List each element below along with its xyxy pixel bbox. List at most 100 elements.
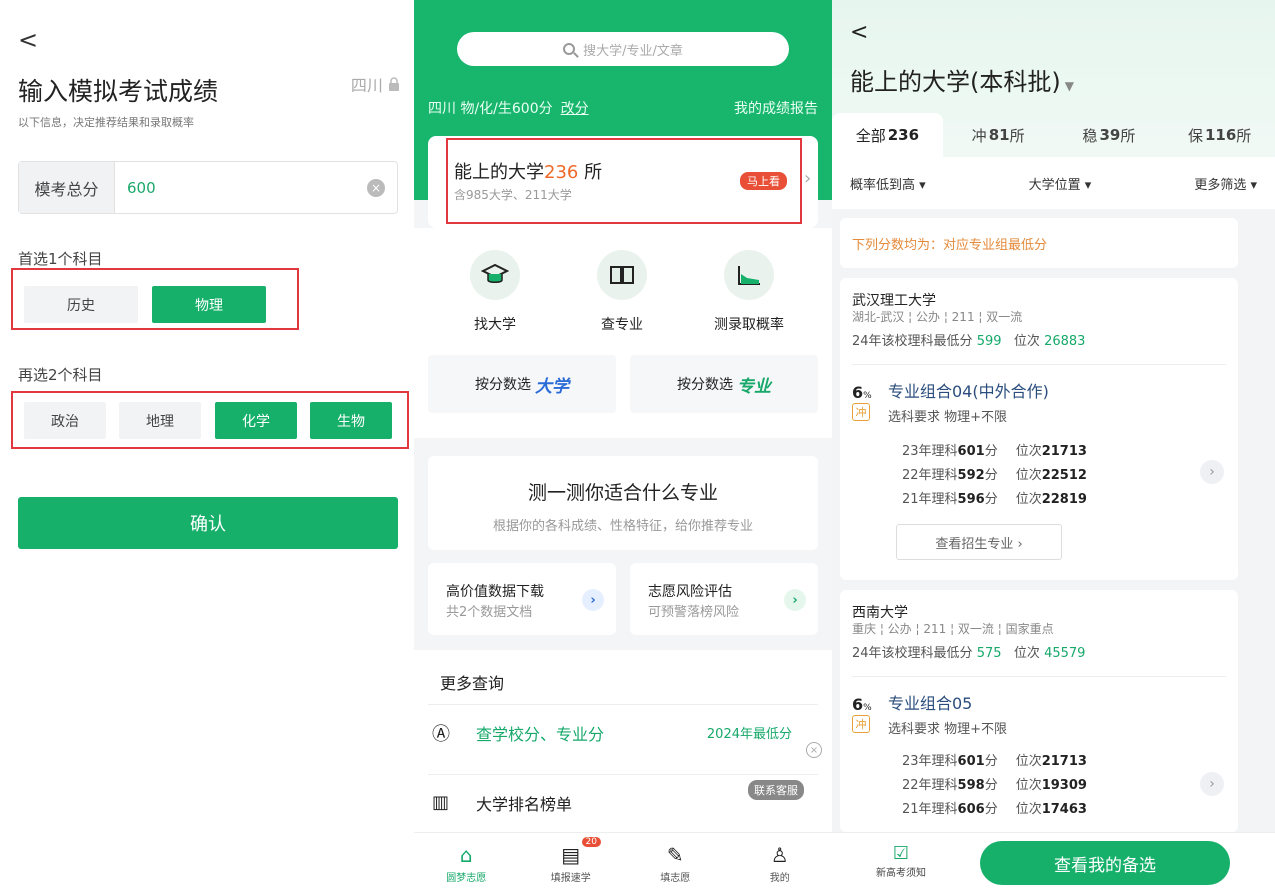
row-label: 查学校分、专业分 xyxy=(476,724,605,744)
university-card[interactable]: 西南大学 重庆 ¦ 公办 ¦ 211 ¦ 双一流 ¦ 国家重点 24年该校理科最… xyxy=(840,590,1238,832)
year-score-row: 22年理科592分 位次22512 xyxy=(902,468,1087,483)
probability: 6% xyxy=(852,383,872,402)
graduation-cap-icon xyxy=(470,250,520,300)
subject-politics[interactable]: 政治 xyxy=(24,402,106,439)
close-icon[interactable]: × xyxy=(806,742,822,758)
chevron-right-icon: › xyxy=(804,168,812,189)
score-report-link[interactable]: 我的成绩报告 xyxy=(734,98,818,118)
score-input-panel: < 输入模拟考试成绩 四川 以下信息，决定推荐结果和录取概率 模考总分 600 … xyxy=(0,0,414,890)
find-university-tool[interactable]: 找大学 xyxy=(440,250,550,334)
highlight-box xyxy=(446,138,802,224)
score-note: 下列分数均为：对应专业组最低分 xyxy=(840,218,1238,268)
row-label: 大学排名榜单 xyxy=(476,794,573,814)
back-icon[interactable]: < xyxy=(18,26,38,54)
gaokao-notice-button[interactable]: ☑ 新高考须知 xyxy=(876,843,926,879)
confirm-button[interactable]: 确认 xyxy=(18,497,398,549)
min-score-line: 24年该校理科最低分 575 位次 45579 xyxy=(852,646,1086,661)
nav-learn[interactable]: ▤ 20 填报速学 xyxy=(519,833,624,890)
score-input[interactable]: 600 xyxy=(115,179,367,197)
score-select-university-button[interactable]: 按分数选 大学 xyxy=(428,355,616,413)
pen-icon: ✎ xyxy=(666,843,684,867)
filter-bar: 概率低到高 ▾ 大学位置 ▾ 更多筛选 ▾ xyxy=(832,157,1275,209)
score-info: 四川 物/化/生600分 改分 xyxy=(428,98,589,118)
score-field[interactable]: 模考总分 600 × xyxy=(18,161,398,214)
chart-icon xyxy=(724,250,774,300)
tool-label: 测录取概率 xyxy=(714,317,784,333)
score-label: 模考总分 xyxy=(19,162,115,213)
region-text: 四川 xyxy=(350,76,383,95)
tab-match[interactable]: 稳 39 所 xyxy=(1054,113,1165,157)
probability-tool[interactable]: 测录取概率 xyxy=(694,250,804,334)
document-icon: ▤ xyxy=(561,843,581,867)
lock-icon xyxy=(388,76,400,95)
subject-history[interactable]: 历史 xyxy=(24,286,138,323)
back-icon[interactable]: < xyxy=(850,20,868,45)
home-icon: ⌂ xyxy=(459,843,473,867)
divider xyxy=(852,676,1226,677)
clear-icon[interactable]: × xyxy=(367,178,385,197)
risk-assessment-card[interactable]: 志愿风险评估 可预警落榜风险 › xyxy=(630,563,818,635)
university-tags: 重庆 ¦ 公办 ¦ 211 ¦ 双一流 ¦ 国家重点 xyxy=(852,622,1054,636)
more-filter[interactable]: 更多筛选 ▾ xyxy=(1194,174,1257,193)
customer-service-button[interactable]: 联系客服 xyxy=(748,780,804,800)
major-group: 专业组合05 xyxy=(888,694,973,713)
year-score-row: 23年理科601分 位次21713 xyxy=(902,444,1087,459)
tab-all[interactable]: 全部 236 xyxy=(832,113,943,157)
view-majors-button[interactable]: 查看招生专业 › xyxy=(896,524,1062,560)
data-download-card[interactable]: 高价值数据下载 共2个数据文档 › xyxy=(428,563,616,635)
chevron-right-icon: › xyxy=(582,589,604,611)
subject-geography[interactable]: 地理 xyxy=(119,402,201,439)
sort-filter[interactable]: 概率低到高 ▾ xyxy=(850,174,926,193)
subject-biology[interactable]: 生物 xyxy=(310,402,392,439)
tab-reach[interactable]: 冲 81 所 xyxy=(943,113,1054,157)
subject-chemistry[interactable]: 化学 xyxy=(215,402,297,439)
subject-physics[interactable]: 物理 xyxy=(152,286,266,323)
subject-requirement: 选科要求 物理+不限 xyxy=(888,410,1008,425)
page-title: 输入模拟考试成绩 xyxy=(18,77,219,106)
reach-badge: 冲 xyxy=(852,715,870,733)
probability: 6% xyxy=(852,695,872,714)
chevron-right-icon[interactable]: › xyxy=(1200,772,1224,796)
user-icon: ♙ xyxy=(770,843,789,867)
year-score-row: 21年理科606分 位次17463 xyxy=(902,802,1087,817)
divider xyxy=(852,364,1226,365)
min-score-line: 24年该校理科最低分 599 位次 26883 xyxy=(852,334,1086,349)
major-test-card[interactable]: 测一测你适合什么专业 根据你的各科成绩、性格特征，给你推荐专业 xyxy=(428,456,818,550)
caret-down-icon: ▼ xyxy=(1064,79,1074,93)
find-major-tool[interactable]: 查专业 xyxy=(567,250,677,334)
university-name: 西南大学 xyxy=(852,605,908,621)
score-select-major-button[interactable]: 按分数选 专业 xyxy=(630,355,818,413)
tool-label: 查专业 xyxy=(601,317,643,333)
region-label[interactable]: 四川 xyxy=(351,72,400,96)
chevron-right-icon[interactable]: › xyxy=(1200,460,1224,484)
university-tags: 湖北-武汉 ¦ 公办 ¦ 211 ¦ 双一流 xyxy=(852,310,1023,324)
change-score-link[interactable]: 改分 xyxy=(561,101,589,117)
score-summary: 四川 物/化/生600分 xyxy=(428,101,553,117)
bottom-bar: ☑ 新高考须知 查看我的备选 xyxy=(832,832,1275,890)
page-title[interactable]: 能上的大学(本科批) ▼ xyxy=(850,62,1074,97)
search-icon xyxy=(563,43,576,55)
first-subject-label: 首选1个科目 xyxy=(18,250,103,268)
major-group: 专业组合04(中外合作) xyxy=(888,382,1049,401)
chevron-right-icon: › xyxy=(784,589,806,611)
plus-circle-icon: Ⓐ xyxy=(432,723,450,745)
page-subtitle: 以下信息，决定推荐结果和录取概率 xyxy=(18,116,194,129)
search-placeholder: 搜大学/专业/文章 xyxy=(583,43,683,59)
book-icon xyxy=(597,250,647,300)
nav-fill[interactable]: ✎ 填志愿 xyxy=(623,833,728,890)
bottom-nav: ⌂ 圆梦志愿 ▤ 20 填报速学 ✎ 填志愿 ♙ 我的 xyxy=(414,832,832,890)
section-header: 更多查询 xyxy=(440,674,505,693)
bar-chart-icon: ▥ xyxy=(432,792,450,813)
tab-safe[interactable]: 保 116 所 xyxy=(1164,113,1275,157)
nav-profile[interactable]: ♙ 我的 xyxy=(728,833,833,890)
query-scores-row[interactable]: Ⓐ 查学校分、专业分 2024年最低分 xyxy=(428,704,818,760)
subject-requirement: 选科要求 物理+不限 xyxy=(888,722,1008,737)
university-card[interactable]: 武汉理工大学 湖北-武汉 ¦ 公办 ¦ 211 ¦ 双一流 24年该校理科最低分… xyxy=(840,278,1238,580)
year-score-row: 21年理科596分 位次22819 xyxy=(902,492,1087,507)
home-panel: 搜大学/专业/文章 四川 物/化/生600分 改分 我的成绩报告 能上的大学236… xyxy=(414,0,832,890)
search-bar[interactable]: 搜大学/专业/文章 xyxy=(457,32,789,66)
view-favorites-button[interactable]: 查看我的备选 xyxy=(980,841,1230,885)
test-subtitle: 根据你的各科成绩、性格特征，给你推荐专业 xyxy=(492,519,753,534)
nav-home[interactable]: ⌂ 圆梦志愿 xyxy=(414,833,519,890)
location-filter[interactable]: 大学位置 ▾ xyxy=(1029,174,1092,193)
